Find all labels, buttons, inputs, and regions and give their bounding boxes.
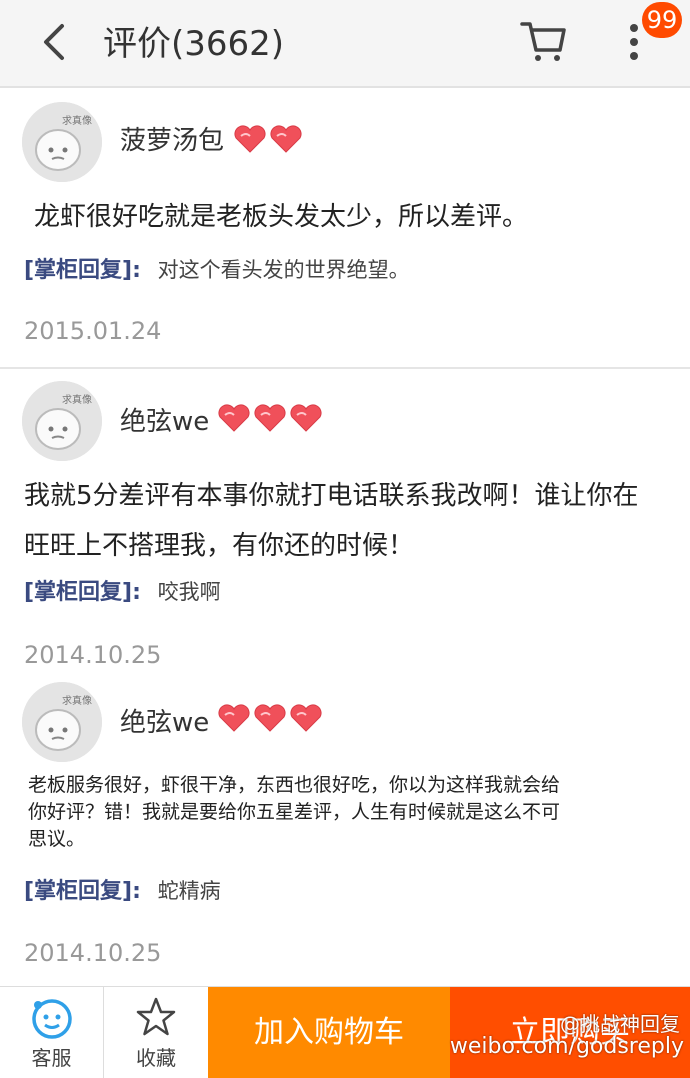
- review-item: 求真像 绝弦we 老板服务很好，虾很干净，东西也很好吃，你以为这样我就会给 你好…: [0, 676, 690, 976]
- review-content-line: 思议。: [28, 828, 86, 850]
- rating-hearts: [216, 703, 324, 733]
- watermark-account: @挑战神回复: [560, 1012, 680, 1036]
- reviewer-name: 菠萝汤包: [120, 126, 225, 156]
- review-content-line: 我就5分差评有本事你就打电话联系我改啊！谁让你在: [24, 481, 639, 511]
- merchant-reply: [掌柜回复]: 对这个看头发的世界绝望。: [24, 255, 410, 286]
- avatar-tag: 求真像: [62, 696, 92, 707]
- rating-hearts: [232, 124, 304, 154]
- customer-service-button[interactable]: 客服: [0, 987, 104, 1078]
- heart-icon: [254, 704, 286, 732]
- heart-icon: [234, 125, 266, 153]
- reply-label: [掌柜回复]:: [24, 879, 141, 904]
- reviewer-name: 绝弦we: [120, 708, 210, 738]
- review-date: 2014.10.25: [24, 939, 162, 967]
- more-options-icon[interactable]: [622, 22, 646, 62]
- review-content: 我就5分差评有本事你就打电话联系我改啊！谁让你在 旺旺上不搭理我，有你还的时候！: [24, 471, 639, 571]
- merchant-reply: [掌柜回复]: 蛇精病: [24, 876, 221, 907]
- top-nav-bar: 评价(3662) 99: [0, 0, 690, 88]
- watermark-url: weibo.com/godsreply: [449, 1034, 684, 1059]
- avatar[interactable]: 求真像: [22, 102, 102, 182]
- page-title: 评价(3662): [103, 24, 285, 64]
- review-content-line: 旺旺上不搭理我，有你还的时候！: [24, 531, 415, 561]
- review-date: 2015.01.24: [24, 317, 162, 345]
- add-to-cart-button[interactable]: 加入购物车: [208, 987, 450, 1078]
- review-item: 求真像 菠萝汤包 龙虾很好吃就是老板头发太少，所以差评。 [掌柜回复]: 对这个…: [0, 88, 690, 368]
- avatar-tag: 求真像: [62, 395, 92, 406]
- reply-label: [掌柜回复]:: [24, 258, 141, 283]
- customer-service-label: 客服: [31, 1046, 72, 1070]
- back-arrow-icon[interactable]: [34, 20, 78, 64]
- heart-icon: [218, 404, 250, 432]
- avatar[interactable]: 求真像: [22, 682, 102, 762]
- review-content: 老板服务很好，虾很干净，东西也很好吃，你以为这样我就会给 你好评？错！我就是要给…: [28, 772, 560, 853]
- review-content-line: 你好评？错！我就是要给你五星差评，人生有时候就是这么不可: [28, 801, 561, 823]
- notification-badge: 99: [642, 2, 682, 38]
- avatar-tag: 求真像: [62, 116, 92, 127]
- reply-label: [掌柜回复]:: [24, 580, 141, 605]
- customer-service-icon: [32, 999, 72, 1039]
- review-date: 2014.10.25: [24, 641, 162, 669]
- favorite-label: 收藏: [136, 1046, 176, 1070]
- reply-text: 咬我啊: [157, 580, 221, 604]
- reply-text: 对这个看头发的世界绝望。: [157, 258, 410, 282]
- heart-icon: [254, 404, 286, 432]
- favorite-button[interactable]: 收藏: [104, 987, 208, 1078]
- review-item: 求真像 绝弦we 我就5分差评有本事你就打电话联系我改啊！谁让你在 旺旺上不搭理…: [0, 369, 690, 679]
- reply-text: 蛇精病: [157, 879, 221, 903]
- heart-icon: [270, 125, 302, 153]
- avatar[interactable]: 求真像: [22, 381, 102, 461]
- review-content: 龙虾很好吃就是老板头发太少，所以差评。: [34, 202, 529, 232]
- reviewer-name: 绝弦we: [120, 407, 210, 437]
- merchant-reply: [掌柜回复]: 咬我啊: [24, 577, 221, 608]
- heart-icon: [218, 704, 250, 732]
- shopping-cart-icon[interactable]: [518, 18, 568, 64]
- star-icon: [136, 997, 176, 1036]
- heart-icon: [290, 404, 322, 432]
- heart-icon: [290, 704, 322, 732]
- review-content-line: 老板服务很好，虾很干净，东西也很好吃，你以为这样我就会给: [28, 774, 561, 796]
- rating-hearts: [216, 403, 324, 433]
